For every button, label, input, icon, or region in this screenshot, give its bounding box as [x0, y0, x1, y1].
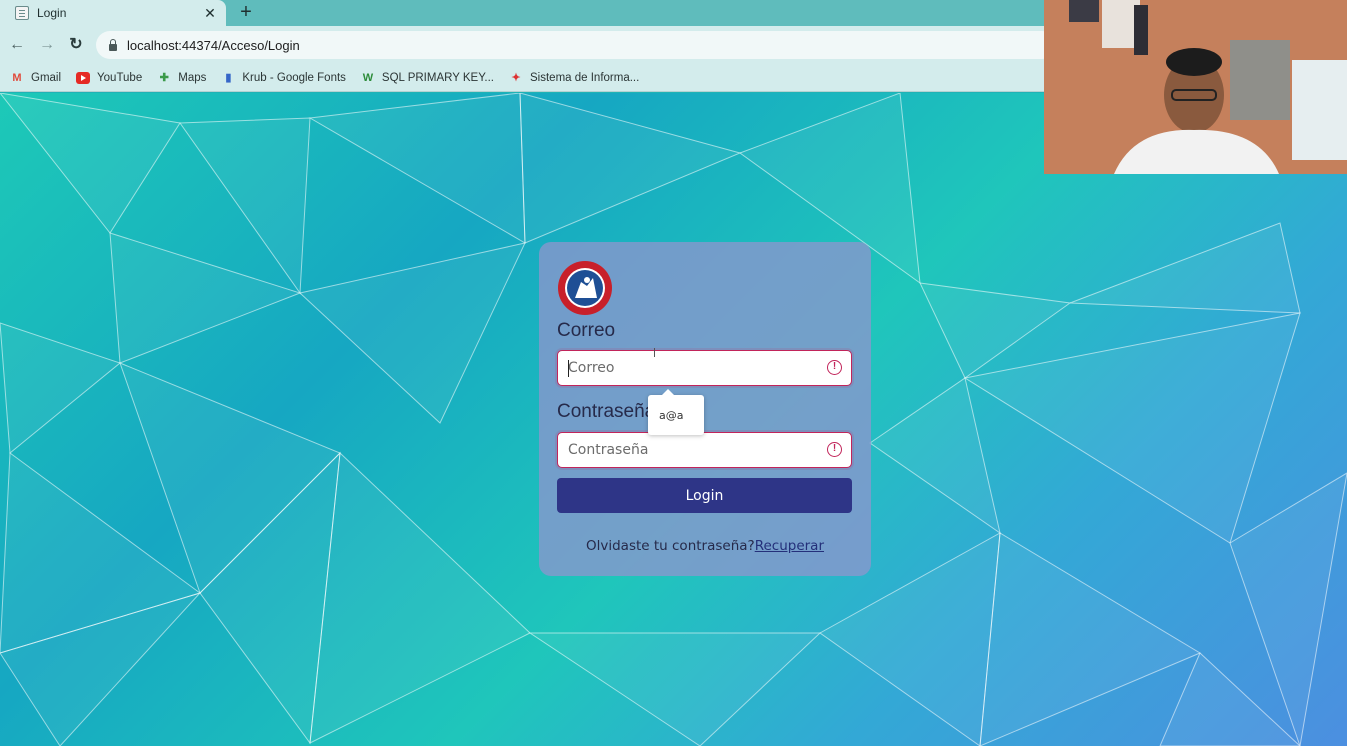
bookmark-youtube[interactable]: YouTube	[76, 71, 143, 84]
warning-icon: !	[827, 442, 842, 457]
close-tab-icon[interactable]: ✕	[202, 5, 218, 21]
maps-icon: ✚	[159, 71, 169, 84]
bookmark-google-fonts[interactable]: ▮ Krub - Google Fonts	[221, 72, 346, 84]
university-logo-icon	[558, 261, 612, 315]
bookmark-label: YouTube	[97, 71, 143, 84]
bookmark-label: SQL PRIMARY KEY...	[381, 71, 494, 84]
webcam-person-image	[1044, 0, 1347, 174]
bookmark-sistema[interactable]: ✦ Sistema de Informa...	[509, 72, 639, 84]
forgot-password-row: Olvidaste tu contraseña?Recuperar	[539, 538, 871, 554]
bookmark-label: Gmail	[31, 71, 62, 84]
youtube-icon	[76, 71, 91, 84]
login-card: Correo ! Contraseña ! Login Olvidaste tu…	[539, 242, 871, 576]
bookmark-maps[interactable]: ✚ Maps	[157, 71, 207, 84]
back-arrow-icon[interactable]: ←	[7, 35, 27, 55]
reload-icon[interactable]: ↻	[66, 35, 86, 55]
lock-icon[interactable]	[109, 38, 117, 51]
new-tab-button[interactable]: +	[236, 2, 256, 22]
bookmark-sql[interactable]: W SQL PRIMARY KEY...	[361, 72, 494, 84]
login-button[interactable]: Login	[557, 478, 852, 513]
page-favicon-icon	[15, 6, 29, 20]
w3schools-icon: W	[362, 71, 374, 84]
warning-icon: !	[827, 360, 842, 375]
autofill-suggestion[interactable]: a@a	[648, 389, 704, 435]
bookmark-label: Sistema de Informa...	[530, 71, 640, 84]
password-label: Contraseña	[557, 401, 656, 422]
webcam-overlay	[1044, 0, 1347, 174]
tab-title: Login	[37, 6, 67, 20]
password-field[interactable]: !	[557, 432, 852, 468]
gmail-icon: M	[12, 71, 22, 84]
recover-link[interactable]: Recuperar	[755, 538, 824, 554]
forward-arrow-icon[interactable]: →	[37, 35, 57, 55]
correo-label: Correo	[557, 320, 616, 341]
sistema-icon: ✦	[511, 71, 521, 84]
correo-field[interactable]: !	[557, 350, 852, 386]
password-input[interactable]	[568, 433, 818, 466]
bookmark-gmail[interactable]: M Gmail	[10, 72, 61, 84]
mouse-ibeam-cursor	[654, 348, 655, 357]
bookmark-label: Maps	[178, 71, 207, 84]
forgot-password-text: Olvidaste tu contraseña?	[585, 538, 755, 554]
address-bar[interactable]: localhost:44374/Acceso/Login	[96, 31, 1056, 59]
bookmark-label: Krub - Google Fonts	[242, 71, 346, 84]
correo-input[interactable]	[568, 351, 818, 384]
text-caret	[568, 360, 569, 377]
url-text[interactable]: localhost:44374/Acceso/Login	[127, 38, 300, 53]
google-fonts-icon: ▮	[225, 71, 232, 84]
tab-login[interactable]: Login ✕	[0, 0, 226, 26]
